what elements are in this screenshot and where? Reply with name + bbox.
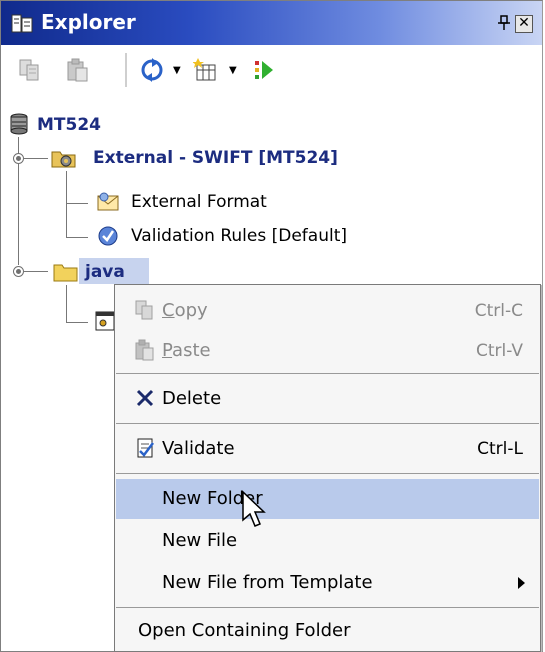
- run-icon[interactable]: [251, 57, 277, 83]
- file-icon: [95, 311, 115, 331]
- tree-line: [66, 171, 67, 237]
- tree-root-label[interactable]: MT524: [37, 115, 101, 135]
- database-icon: [10, 113, 28, 135]
- expand-toggle-icon[interactable]: [13, 153, 24, 164]
- explorer-toolbar: ▼ ▼: [1, 45, 542, 95]
- copy-icon: [135, 300, 153, 320]
- tree-line: [66, 203, 88, 204]
- menu-item-label: New File from Template: [162, 572, 373, 593]
- menu-item-label: Open Containing Folder: [138, 620, 351, 641]
- menu-item-paste[interactable]: Paste Ctrl-V: [116, 331, 539, 371]
- explorer-title-bar[interactable]: Explorer ✕: [1, 1, 542, 45]
- new-item-dropdown-icon[interactable]: ▼: [229, 65, 237, 76]
- delete-x-icon: [136, 389, 154, 407]
- paste-icon[interactable]: [65, 57, 91, 83]
- menu-item-copy[interactable]: Copy Ctrl-C: [116, 291, 539, 331]
- folder-icon: [53, 264, 78, 282]
- tree-node-label[interactable]: Validation Rules [Default]: [131, 226, 347, 246]
- tree-node-label[interactable]: java: [85, 262, 125, 282]
- menu-separator: [116, 423, 539, 424]
- gear-folder-icon: [51, 151, 76, 168]
- explorer-panel: Explorer ✕ ▼ ▼ MT524 External - SWIFT [M…: [0, 0, 543, 652]
- close-icon[interactable]: ✕: [515, 15, 533, 33]
- pin-icon[interactable]: [495, 15, 513, 33]
- menu-item-open-containing-folder[interactable]: Open Containing Folder: [116, 611, 539, 651]
- context-menu: Copy Ctrl-C Paste Ctrl-V Delete Validate…: [114, 284, 541, 652]
- menu-accelerator: Ctrl-L: [477, 439, 523, 459]
- menu-item-validate[interactable]: Validate Ctrl-L: [116, 429, 539, 469]
- tree-line: [24, 158, 48, 159]
- menu-accelerator: Ctrl-C: [474, 301, 523, 321]
- menu-item-new-file-from-template[interactable]: New File from Template: [116, 563, 539, 603]
- paste-icon: [135, 339, 154, 361]
- tree-node-label[interactable]: External - SWIFT [MT524]: [93, 148, 338, 168]
- menu-item-new-folder[interactable]: New Folder: [116, 479, 539, 519]
- sync-icon[interactable]: [139, 57, 165, 83]
- menu-item-new-file[interactable]: New File: [116, 521, 539, 561]
- menu-item-label: Copy: [162, 300, 208, 321]
- menu-item-label: Delete: [162, 388, 222, 409]
- copy-icon[interactable]: [17, 57, 43, 83]
- toolbar-separator: [125, 53, 128, 87]
- menu-item-label: Paste: [162, 340, 211, 361]
- tree-line: [66, 322, 88, 323]
- tree-line: [66, 237, 88, 238]
- envelope-icon: [97, 192, 119, 211]
- tree-line: [24, 271, 48, 272]
- validate-icon: [137, 438, 154, 458]
- new-item-icon[interactable]: [193, 57, 219, 83]
- menu-item-label: New File: [162, 530, 238, 551]
- mouse-cursor-icon: [242, 490, 266, 527]
- menu-separator: [116, 373, 539, 374]
- check-circle-icon: [98, 226, 118, 246]
- submenu-arrow-icon: [518, 577, 525, 589]
- tree-line: [66, 285, 67, 322]
- expand-toggle-icon[interactable]: [13, 266, 24, 277]
- sync-dropdown-icon[interactable]: ▼: [173, 65, 181, 76]
- menu-separator: [116, 473, 539, 474]
- menu-item-label: Validate: [162, 438, 235, 459]
- menu-item-delete[interactable]: Delete: [116, 379, 539, 419]
- tree-node-label[interactable]: External Format: [131, 192, 267, 212]
- panel-title: Explorer: [41, 10, 136, 34]
- explorer-icon: [11, 14, 33, 33]
- menu-accelerator: Ctrl-V: [475, 341, 523, 361]
- menu-separator: [116, 607, 539, 608]
